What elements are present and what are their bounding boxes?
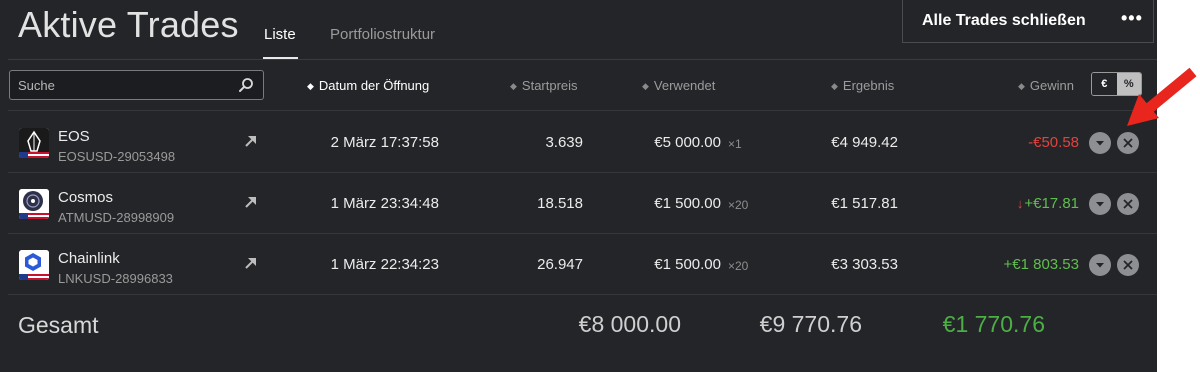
column-label-gain: Gewinn — [1029, 78, 1074, 93]
trade-gain: ↓+€17.81 — [1017, 195, 1079, 212]
trade-ticker: EOSUSD-29053498 — [58, 149, 176, 164]
row-divider — [8, 294, 1157, 295]
trade-leverage: ×20 — [728, 198, 749, 212]
close-icon — [1123, 199, 1133, 209]
sort-icon: ◆ — [1018, 81, 1025, 91]
column-label-used: Verwendet — [653, 78, 716, 93]
trade-name: Cosmos — [58, 189, 114, 206]
trade-gain-value: +€17.81 — [1024, 195, 1079, 212]
totals-gain: €1 770.76 — [942, 311, 1045, 337]
sort-icon: ◆ — [831, 81, 838, 91]
eos-coin-icon — [19, 128, 49, 158]
column-label-result: Ergebnis — [842, 78, 895, 93]
trade-open-date: 1 März 23:34:48 — [330, 195, 439, 212]
chevron-down-icon — [1096, 202, 1104, 207]
trade-leverage: ×1 — [728, 137, 742, 151]
trade-row-chainlink[interactable]: Chainlink LNKUSD-28996833 1 März 22:34:2… — [8, 233, 1157, 294]
close-trade-button[interactable] — [1117, 254, 1139, 276]
annotation-arrow-icon — [1127, 67, 1197, 126]
trade-ticker: LNKUSD-28996833 — [58, 271, 173, 286]
open-chart-arrow-icon[interactable] — [244, 134, 258, 148]
search-icon[interactable] — [238, 77, 254, 93]
tab-liste[interactable]: Liste — [264, 26, 296, 43]
column-header-result[interactable]: ◆ Ergebnis — [831, 78, 894, 93]
sort-icon: ◆ — [307, 81, 314, 91]
page-title: Aktive Trades — [18, 4, 239, 45]
trade-result: €3 303.53 — [831, 256, 898, 273]
close-all-trades-label: Alle Trades schließen — [922, 12, 1086, 29]
open-chart-arrow-icon[interactable] — [244, 195, 258, 209]
trade-result: €1 517.81 — [831, 195, 898, 212]
chevron-down-icon — [1096, 263, 1104, 268]
trade-ticker: ATMUSD-28998909 — [58, 210, 175, 225]
trade-used-amount: €1 500.00 — [654, 195, 721, 212]
column-header-start[interactable]: ◆ Startpreis — [510, 78, 578, 93]
close-icon — [1123, 260, 1133, 270]
column-header-date[interactable]: ◆ Datum der Öffnung — [307, 78, 429, 93]
trade-gain: +€1 803.53 — [1003, 256, 1080, 273]
sort-icon: ◆ — [642, 81, 649, 91]
search-box[interactable] — [9, 70, 264, 100]
expand-trade-button[interactable] — [1089, 193, 1111, 215]
trade-row-eos[interactable]: EOS EOSUSD-29053498 2 März 17:37:58 3.63… — [8, 111, 1157, 172]
active-trades-panel: Aktive Trades Liste Portfoliostruktur Al… — [0, 0, 1157, 372]
trade-row-cosmos[interactable]: Cosmos ATMUSD-28998909 1 März 23:34:48 1… — [8, 172, 1157, 233]
totals-result: €9 770.76 — [759, 311, 862, 337]
trade-used-amount: €5 000.00 — [654, 134, 721, 151]
trade-used-amount: €1 500.00 — [654, 256, 721, 273]
search-input[interactable] — [18, 76, 218, 94]
more-options-icon[interactable]: ••• — [1121, 8, 1143, 29]
open-chart-arrow-icon[interactable] — [244, 256, 258, 270]
down-arrow-icon: ↓ — [1016, 196, 1024, 211]
trade-name: EOS — [58, 128, 90, 145]
trade-start-price: 3.639 — [545, 134, 583, 151]
header-divider — [8, 59, 1157, 60]
column-label-start: Startpreis — [521, 78, 578, 93]
trade-result: €4 949.42 — [831, 134, 898, 151]
expand-trade-button[interactable] — [1089, 254, 1111, 276]
trade-open-date: 1 März 22:34:23 — [330, 256, 439, 273]
cosmos-coin-icon — [19, 189, 49, 219]
chainlink-coin-icon — [19, 250, 49, 280]
trade-start-price: 18.518 — [537, 195, 583, 212]
column-label-date: Datum der Öffnung — [318, 78, 430, 93]
tab-portfoliostruktur[interactable]: Portfoliostruktur — [330, 26, 435, 43]
close-trade-button[interactable] — [1117, 193, 1139, 215]
trade-gain: -€50.58 — [1028, 134, 1079, 151]
trade-leverage: ×20 — [728, 259, 749, 273]
column-header-gain[interactable]: ◆ Gewinn — [1018, 78, 1074, 93]
close-all-trades-button[interactable]: Alle Trades schließen ••• — [902, 0, 1154, 43]
totals-used: €8 000.00 — [578, 311, 681, 337]
totals-label: Gesamt — [18, 312, 99, 338]
sort-icon: ◆ — [510, 81, 517, 91]
trade-open-date: 2 März 17:37:58 — [330, 134, 439, 151]
trade-start-price: 26.947 — [537, 256, 583, 273]
trade-name: Chainlink — [58, 250, 120, 267]
column-header-used[interactable]: ◆ Verwendet — [642, 78, 715, 93]
